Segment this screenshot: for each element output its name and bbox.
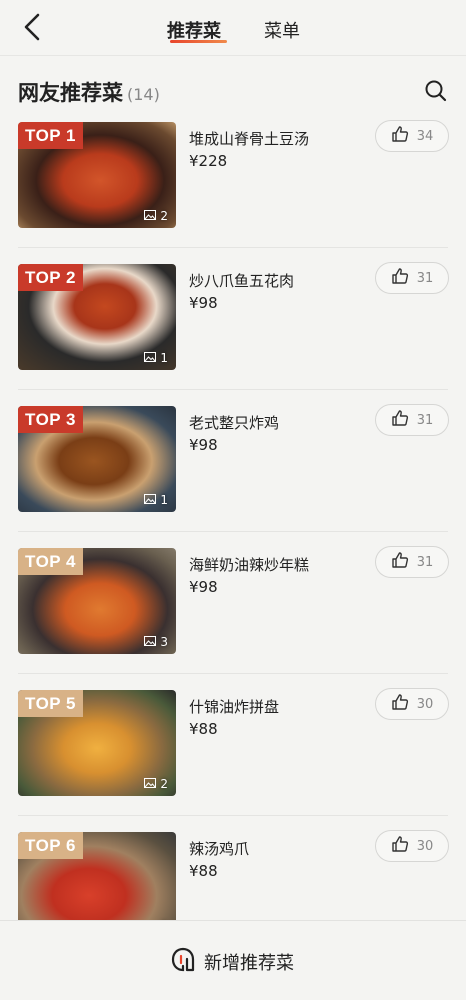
photo-count: 1	[144, 351, 168, 365]
like-button[interactable]: 31	[375, 546, 449, 578]
like-count: 31	[416, 554, 434, 570]
dish-price: ¥88	[189, 862, 218, 880]
dish-photo[interactable]: TOP 6 3	[18, 832, 176, 920]
dish-price: ¥98	[189, 294, 218, 312]
like-button[interactable]: 31	[375, 262, 449, 294]
section-title: 网友推荐菜	[18, 81, 123, 105]
dish-photo[interactable]: TOP 1 2	[18, 122, 176, 228]
divider	[18, 531, 448, 532]
search-icon	[424, 80, 448, 107]
top-nav-bar: 推荐菜 菜单	[0, 0, 466, 56]
thumbs-up-icon	[391, 409, 409, 431]
dish-item[interactable]: TOP 1 2 堆成山脊骨土豆汤 ¥228 34	[0, 118, 466, 260]
photo-count: 2	[144, 777, 168, 791]
dish-item[interactable]: TOP 2 1 炒八爪鱼五花肉 ¥98 31	[0, 260, 466, 402]
thumbs-up-icon	[391, 835, 409, 857]
photo-count: 1	[144, 493, 168, 507]
active-tab-indicator	[170, 40, 227, 43]
rank-badge: TOP 2	[18, 264, 84, 291]
like-button[interactable]: 31	[375, 404, 449, 436]
dish-name: 海鲜奶油辣炒年糕	[189, 556, 310, 574]
photo-count-value: 2	[160, 777, 168, 791]
like-count: 30	[416, 696, 434, 712]
section-header: 网友推荐菜 (14)	[18, 77, 448, 107]
dish-item[interactable]: TOP 6 3 辣汤鸡爪 ¥88 30	[0, 828, 466, 920]
dish-item[interactable]: TOP 3 1 老式整只炸鸡 ¥98 31	[0, 402, 466, 544]
rank-badge: TOP 6	[18, 832, 84, 859]
dish-price: ¥98	[189, 436, 218, 454]
add-recommended-dish-label: 新增推荐菜	[204, 953, 294, 974]
image-icon	[144, 635, 157, 649]
dish-item[interactable]: TOP 5 2 什锦油炸拼盘 ¥88 30	[0, 686, 466, 828]
thumbs-up-icon	[391, 267, 409, 289]
dish-name: 炒八爪鱼五花肉	[189, 272, 295, 290]
like-button[interactable]: 30	[375, 688, 449, 720]
section-count: (14)	[127, 85, 160, 104]
dish-name: 老式整只炸鸡	[189, 414, 280, 432]
tab-menu[interactable]: 菜单	[264, 17, 300, 43]
image-icon	[144, 351, 157, 365]
like-button[interactable]: 34	[375, 120, 449, 152]
divider	[18, 673, 448, 674]
like-count: 31	[416, 270, 434, 286]
photo-count: 3	[144, 635, 168, 649]
photo-count: 2	[144, 209, 168, 223]
rank-badge: TOP 1	[18, 122, 84, 149]
dish-price: ¥88	[189, 720, 218, 738]
photo-count-value: 1	[160, 351, 168, 365]
like-count: 31	[416, 412, 434, 428]
tab-bar: 推荐菜 菜单	[0, 0, 466, 56]
dish-photo[interactable]: TOP 3 1	[18, 406, 176, 512]
photo-count-value: 1	[160, 493, 168, 507]
like-button[interactable]: 30	[375, 830, 449, 862]
search-button[interactable]	[424, 79, 448, 103]
dish-name: 堆成山脊骨土豆汤	[189, 130, 310, 148]
dish-photo[interactable]: TOP 5 2	[18, 690, 176, 796]
like-count: 30	[416, 838, 434, 854]
thumbs-up-icon	[391, 693, 409, 715]
dish-price: ¥98	[189, 578, 218, 596]
rank-badge: TOP 5	[18, 690, 84, 717]
dish-item[interactable]: TOP 4 3 海鲜奶油辣炒年糕 ¥98 31	[0, 544, 466, 686]
divider	[18, 389, 448, 390]
dish-photo[interactable]: TOP 2 1	[18, 264, 176, 370]
like-count: 34	[416, 128, 434, 144]
dish-list: TOP 1 2 堆成山脊骨土豆汤 ¥228 34 TOP 2 1 炒八爪鱼五花肉…	[0, 118, 466, 920]
thumbs-up-icon	[391, 125, 409, 147]
rank-badge: TOP 4	[18, 548, 84, 575]
thumbs-up-icon	[391, 551, 409, 573]
divider	[18, 247, 448, 248]
dish-name: 辣汤鸡爪	[189, 840, 250, 858]
bottom-action-bar: 新增推荐菜	[0, 920, 466, 1000]
add-dish-icon	[170, 947, 196, 977]
photo-count-value: 3	[160, 635, 168, 649]
image-icon	[144, 493, 157, 507]
dish-price: ¥228	[189, 152, 228, 170]
add-recommended-dish-button[interactable]: 新增推荐菜	[170, 947, 294, 977]
divider	[18, 815, 448, 816]
rank-badge: TOP 3	[18, 406, 84, 433]
image-icon	[144, 777, 157, 791]
image-icon	[144, 209, 157, 223]
dish-photo[interactable]: TOP 4 3	[18, 548, 176, 654]
photo-count-value: 2	[160, 209, 168, 223]
dish-name: 什锦油炸拼盘	[189, 698, 280, 716]
